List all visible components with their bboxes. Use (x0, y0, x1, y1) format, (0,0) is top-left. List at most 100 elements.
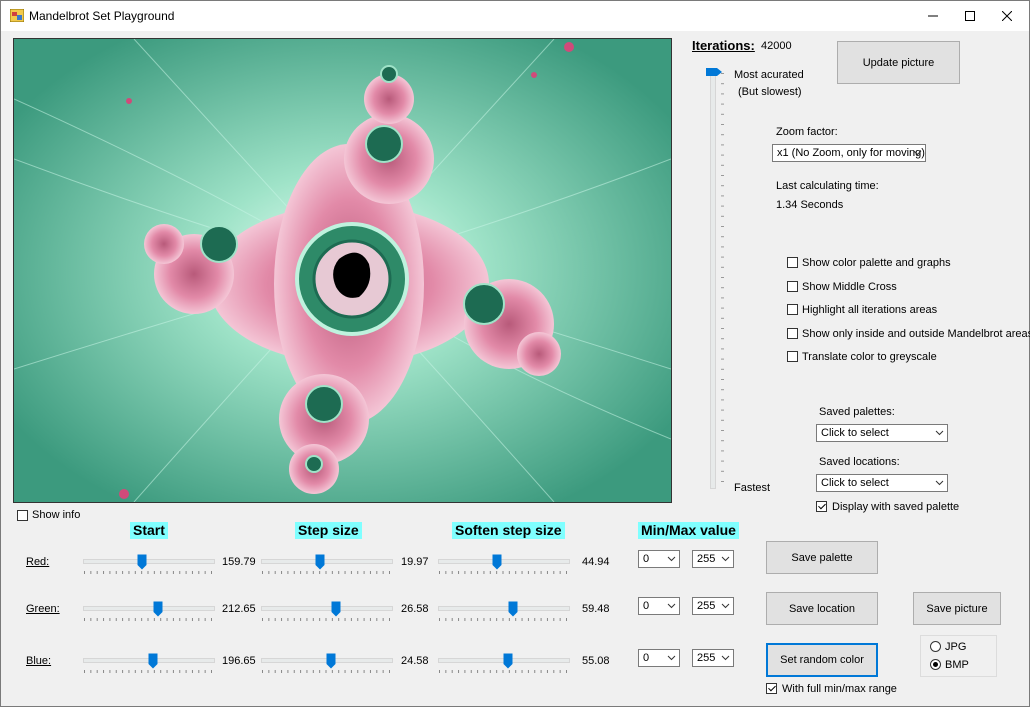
app-icon (10, 9, 24, 22)
blue-max-select[interactable]: 255 (692, 649, 734, 667)
red-soften-slider-thumb[interactable] (492, 554, 502, 570)
green-start-value: 212.65 (222, 603, 256, 615)
blue-soften-slider-thumb[interactable] (503, 653, 513, 669)
show-color-palette-checkbox[interactable] (787, 257, 798, 268)
window-title: Mandelbrot Set Playground (29, 9, 175, 23)
jpg-radio[interactable] (930, 641, 941, 652)
random-color-button[interactable]: Set random color (766, 643, 878, 677)
blue-max-value: 255 (697, 652, 716, 664)
save-palette-button[interactable]: Save palette (766, 541, 878, 574)
display-saved-palette-checkbox[interactable] (816, 501, 827, 512)
iterations-label: Iterations: (692, 38, 755, 53)
fractal-picture[interactable] (13, 38, 672, 503)
chevron-down-icon (721, 603, 730, 609)
display-saved-palette-label: Display with saved palette (832, 501, 960, 513)
red-min-select[interactable]: 0 (638, 550, 680, 568)
inside-outside-checkbox[interactable] (787, 328, 798, 339)
red-max-select[interactable]: 255 (692, 550, 734, 568)
show-info-checkbox[interactable] (17, 510, 28, 521)
blue-step-slider-thumb[interactable] (326, 653, 336, 669)
green-start-slider-thumb[interactable] (153, 601, 163, 617)
red-start-slider-thumb[interactable] (137, 554, 147, 570)
minmax-header: Min/Max value (638, 522, 739, 539)
chevron-down-icon (913, 150, 922, 156)
green-start-ticks (84, 618, 212, 621)
red-max-value: 255 (697, 553, 716, 565)
highlight-iterations-label: Highlight all iterations areas (802, 304, 938, 316)
red-step-slider[interactable] (261, 559, 393, 564)
green-max-select[interactable]: 255 (692, 597, 734, 615)
full-range-checkbox[interactable] (766, 683, 777, 694)
but-slowest-label: (But slowest) (738, 86, 802, 98)
red-start-ticks (84, 571, 212, 574)
save-location-button[interactable]: Save location (766, 592, 878, 625)
highlight-iterations-checkbox[interactable] (787, 304, 798, 315)
start-header: Start (130, 522, 168, 539)
greyscale-label: Translate color to greyscale (802, 351, 937, 363)
app-window: Mandelbrot Set Playground Show info Iter… (0, 0, 1030, 707)
red-start-slider[interactable] (83, 559, 215, 564)
chevron-down-icon (935, 480, 944, 486)
close-icon (1002, 11, 1012, 21)
show-middle-cross-label: Show Middle Cross (802, 281, 897, 293)
blue-min-value: 0 (643, 652, 650, 664)
chevron-down-icon (935, 430, 944, 436)
green-step-slider-thumb[interactable] (331, 601, 341, 617)
blue-start-slider-thumb[interactable] (148, 653, 158, 669)
red-row-label: Red: (26, 556, 50, 568)
greyscale-checkbox[interactable] (787, 351, 798, 362)
jpg-label: JPG (945, 641, 967, 653)
red-step-slider-thumb[interactable] (315, 554, 325, 570)
blue-step-value: 24.58 (401, 655, 429, 667)
blue-start-ticks (84, 670, 212, 673)
calc-time-label: Last calculating time: (776, 180, 879, 192)
close-button[interactable] (984, 1, 1030, 31)
green-soften-slider-thumb[interactable] (508, 601, 518, 617)
green-step-ticks (262, 618, 390, 621)
minimize-icon (928, 15, 938, 17)
green-soften-value: 59.48 (582, 603, 610, 615)
zoom-factor-select[interactable]: x1 (No Zoom, only for moving) (772, 144, 926, 162)
blue-soften-value: 55.08 (582, 655, 610, 667)
green-step-slider[interactable] (261, 606, 393, 611)
calc-time-value: 1.34 Seconds (776, 199, 844, 211)
green-min-value: 0 (643, 600, 650, 612)
show-color-palette-label: Show color palette and graphs (802, 257, 951, 269)
blue-step-ticks (262, 670, 390, 673)
zoom-factor-value: x1 (No Zoom, only for moving) (777, 147, 925, 159)
bmp-radio[interactable] (930, 659, 941, 670)
soften-step-header: Soften step size (452, 522, 565, 539)
save-picture-button[interactable]: Save picture (913, 592, 1001, 625)
iterations-slider-thumb[interactable] (705, 67, 723, 77)
maximize-icon (965, 11, 975, 21)
saved-palettes-select[interactable]: Click to select (816, 424, 948, 442)
most-accurate-label: Most acurated (734, 69, 804, 81)
red-step-value: 19.97 (401, 556, 429, 568)
zoom-factor-label: Zoom factor: (776, 126, 838, 138)
red-soften-ticks (439, 571, 567, 574)
green-step-value: 26.58 (401, 603, 429, 615)
update-picture-button[interactable]: Update picture (837, 41, 960, 84)
red-step-ticks (262, 571, 390, 574)
green-row-label: Green: (26, 603, 60, 615)
blue-min-select[interactable]: 0 (638, 649, 680, 667)
iterations-track[interactable] (710, 69, 716, 489)
step-size-header: Step size (295, 522, 362, 539)
saved-locations-label: Saved locations: (819, 456, 900, 468)
saved-locations-select[interactable]: Click to select (816, 474, 948, 492)
red-soften-value: 44.94 (582, 556, 610, 568)
green-soften-slider[interactable] (438, 606, 570, 611)
green-start-slider[interactable] (83, 606, 215, 611)
mandelbrot-image (14, 39, 671, 502)
full-range-label: With full min/max range (782, 683, 897, 695)
bmp-label: BMP (945, 659, 969, 671)
green-min-select[interactable]: 0 (638, 597, 680, 615)
chevron-down-icon (721, 556, 730, 562)
chevron-down-icon (721, 655, 730, 661)
saved-palettes-label: Saved palettes: (819, 406, 895, 418)
blue-soften-ticks (439, 670, 567, 673)
title-bar: Mandelbrot Set Playground (1, 1, 1029, 31)
saved-locations-value: Click to select (821, 477, 889, 489)
red-soften-slider[interactable] (438, 559, 570, 564)
show-middle-cross-checkbox[interactable] (787, 281, 798, 292)
